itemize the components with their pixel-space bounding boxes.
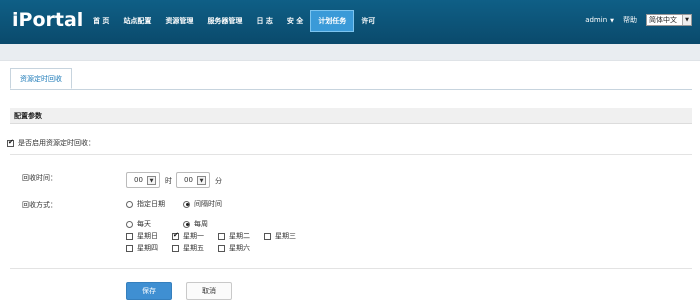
weekday-label: 星期五 xyxy=(183,244,204,252)
weekday-wednesday[interactable]: 星期三 xyxy=(264,231,296,241)
tab-divider xyxy=(10,89,692,90)
weekday-tuesday[interactable]: 星期二 xyxy=(218,231,250,241)
weekday-checkbox[interactable] xyxy=(126,232,133,240)
nav-scheduled-tasks[interactable]: 计划任务 xyxy=(310,10,355,32)
weekday-monday[interactable]: 星期一 xyxy=(172,231,204,241)
main-nav: 首 页 站点配置 资源管理 服务器管理 日 志 安 全 计划任务 许可 xyxy=(86,10,382,32)
weekday-label: 星期二 xyxy=(229,232,250,240)
weekday-friday[interactable]: 星期五 xyxy=(172,243,204,253)
user-area: admin ▼ 帮助 简体中文 ▼ xyxy=(585,14,692,26)
minute-select[interactable]: 00 ▼ xyxy=(176,172,210,188)
nav-server-management[interactable]: 服务器管理 xyxy=(200,10,249,32)
weekday-saturday[interactable]: 星期六 xyxy=(218,243,250,253)
weekday-checkbox[interactable] xyxy=(126,244,133,252)
user-name: admin xyxy=(585,16,608,24)
save-button[interactable]: 保存 xyxy=(126,282,172,300)
radio-button[interactable] xyxy=(183,220,190,228)
minute-value: 00 xyxy=(184,176,193,184)
enable-recycle-label: 是否启用资源定时回收： xyxy=(18,139,95,147)
radio-button[interactable] xyxy=(183,200,190,208)
enable-row: 是否启用资源定时回收： xyxy=(7,138,95,148)
divider xyxy=(10,268,692,269)
weekday-label: 星期六 xyxy=(229,244,250,252)
interval-option-label: 每天 xyxy=(137,220,151,228)
weekday-label: 星期一 xyxy=(183,232,204,240)
radio-button[interactable] xyxy=(126,220,133,228)
help-link[interactable]: 帮助 xyxy=(623,15,637,25)
weekday-label: 星期日 xyxy=(137,232,158,240)
nav-home[interactable]: 首 页 xyxy=(86,10,116,32)
weekday-thursday[interactable]: 星期四 xyxy=(126,243,158,253)
method-option-label: 间隔时间 xyxy=(194,200,222,208)
weekday-checkbox[interactable] xyxy=(172,231,179,240)
radio-button[interactable] xyxy=(126,200,133,208)
nav-resource-management[interactable]: 资源管理 xyxy=(158,10,200,32)
tab-resource-scheduled-recycle[interactable]: 资源定时回收 xyxy=(10,68,72,89)
chevron-down-icon: ▼ xyxy=(197,176,206,185)
enable-recycle-checkbox[interactable] xyxy=(7,138,14,147)
minute-unit: 分 xyxy=(215,177,222,185)
weekday-label: 星期三 xyxy=(275,232,296,240)
nav-security[interactable]: 安 全 xyxy=(280,10,310,32)
weekday-checkbox[interactable] xyxy=(218,244,225,252)
chevron-down-icon: ▼ xyxy=(610,18,614,24)
recycle-time-label: 回收时间： xyxy=(22,174,57,182)
hour-value: 00 xyxy=(134,176,143,184)
interval-option-weekly[interactable]: 每周 xyxy=(183,219,208,229)
recycle-method-label: 回收方式： xyxy=(22,201,57,209)
method-option-interval[interactable]: 间隔时间 xyxy=(183,199,222,209)
user-menu[interactable]: admin ▼ xyxy=(585,16,614,24)
weekday-sunday[interactable]: 星期日 xyxy=(126,231,158,241)
method-option-label: 指定日期 xyxy=(137,200,165,208)
language-value: 简体中文 xyxy=(649,16,677,24)
nav-site-config[interactable]: 站点配置 xyxy=(116,10,158,32)
weekday-checkbox[interactable] xyxy=(264,232,271,240)
tab-bar: 资源定时回收 xyxy=(10,68,72,89)
method-option-date[interactable]: 指定日期 xyxy=(126,199,165,209)
section-title: 配置参数 xyxy=(10,108,692,124)
divider xyxy=(10,154,692,155)
weekday-checkbox[interactable] xyxy=(218,232,225,240)
nav-license[interactable]: 许可 xyxy=(354,10,382,32)
interval-option-label: 每周 xyxy=(194,220,208,228)
hour-select[interactable]: 00 ▼ xyxy=(126,172,160,188)
interval-option-daily[interactable]: 每天 xyxy=(126,219,151,229)
chevron-down-icon: ▼ xyxy=(147,176,156,185)
top-navigation-bar: iPortal 首 页 站点配置 资源管理 服务器管理 日 志 安 全 计划任务… xyxy=(0,0,700,44)
weekday-checkbox[interactable] xyxy=(172,244,179,252)
iportal-logo[interactable]: iPortal xyxy=(12,9,83,31)
weekday-label: 星期四 xyxy=(137,244,158,252)
nav-logs[interactable]: 日 志 xyxy=(249,10,279,32)
hour-unit: 时 xyxy=(165,177,172,185)
language-select[interactable]: 简体中文 ▼ xyxy=(646,14,692,26)
sub-header-bar xyxy=(0,44,700,61)
chevron-down-icon: ▼ xyxy=(682,15,691,25)
cancel-button[interactable]: 取消 xyxy=(186,282,232,300)
